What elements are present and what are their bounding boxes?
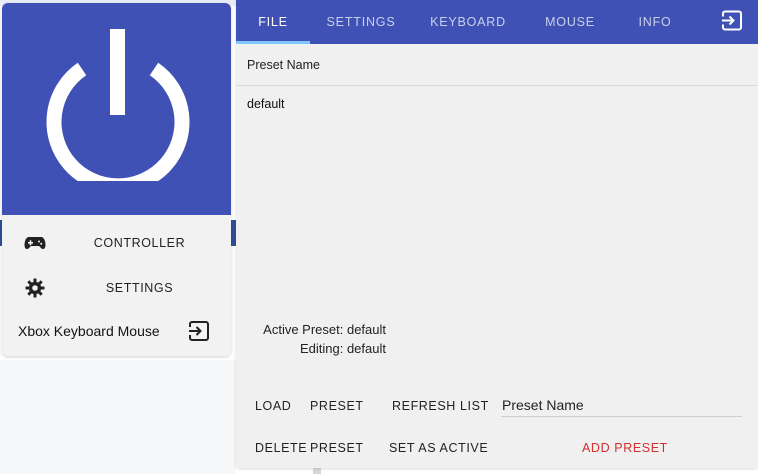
editing-status: Editing: default bbox=[299, 341, 386, 356]
app-title: Xbox Keyboard Mouse bbox=[18, 323, 160, 339]
power-icon[interactable] bbox=[46, 29, 190, 181]
side-menu: CONTROLLER SETTINGS Xbox Keyboard Mouse bbox=[2, 3, 231, 356]
load-preset-button[interactable]: PRESET bbox=[310, 399, 364, 413]
active-tab-indicator bbox=[236, 41, 310, 44]
gamepad-icon bbox=[24, 232, 46, 254]
gear-icon bbox=[24, 277, 46, 299]
preset-name-input[interactable] bbox=[501, 394, 742, 417]
delete-button[interactable]: DELETE bbox=[255, 441, 307, 455]
preset-list-header: Preset Name bbox=[247, 58, 320, 72]
refresh-list-button[interactable]: REFRESH LIST bbox=[392, 399, 489, 413]
add-preset-button[interactable]: ADD PRESET bbox=[582, 441, 668, 455]
active-preset-status: Active Preset: default bbox=[263, 322, 386, 337]
exit-icon[interactable] bbox=[188, 320, 210, 342]
sidebar-item-settings[interactable]: SETTINGS bbox=[2, 268, 231, 308]
exit-icon[interactable] bbox=[720, 9, 744, 33]
header-divider bbox=[236, 85, 758, 86]
tab-mouse[interactable]: MOUSE bbox=[536, 0, 604, 44]
tab-bar: FILE SETTINGS KEYBOARD MOUSE INFO bbox=[236, 0, 758, 44]
delete-preset-button[interactable]: PRESET bbox=[310, 441, 364, 455]
sidebar-item-controller[interactable]: CONTROLLER bbox=[2, 223, 231, 263]
tab-keyboard[interactable]: KEYBOARD bbox=[426, 0, 510, 44]
background-window-area bbox=[0, 360, 236, 474]
load-button[interactable]: LOAD bbox=[255, 399, 291, 413]
sidebar-item-label: CONTROLLER bbox=[93, 236, 186, 250]
power-banner bbox=[2, 3, 231, 215]
set-as-active-button[interactable]: SET AS ACTIVE bbox=[389, 441, 488, 455]
main-panel: FILE SETTINGS KEYBOARD MOUSE INFO Preset… bbox=[236, 0, 758, 468]
tab-settings[interactable]: SETTINGS bbox=[321, 0, 401, 44]
tab-info[interactable]: INFO bbox=[630, 0, 680, 44]
tab-file[interactable]: FILE bbox=[236, 0, 310, 44]
sidebar-item-label: SETTINGS bbox=[105, 281, 174, 295]
app-footer: Xbox Keyboard Mouse bbox=[18, 317, 218, 345]
preset-list-item[interactable]: default bbox=[247, 97, 285, 111]
